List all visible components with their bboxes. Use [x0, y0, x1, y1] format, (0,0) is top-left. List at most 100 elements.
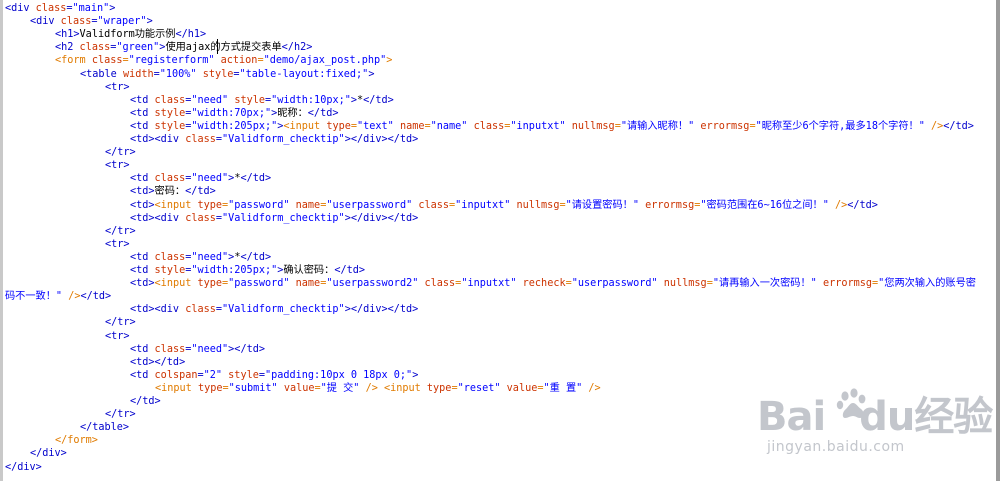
watermark-logo: Bai du经验 — [757, 384, 993, 442]
code-token: <input — [154, 278, 198, 290]
code-token: class — [154, 173, 186, 185]
code-line[interactable]: <td style="width:205px;">确认密码：</td> — [130, 264, 365, 277]
code-token: "Validform_checktip" — [222, 212, 345, 224]
code-token: value — [283, 382, 315, 394]
code-token: "请输入昵称！" — [620, 120, 695, 132]
code-token: </td> — [80, 291, 112, 303]
watermark-logo-bai: Bai — [757, 394, 826, 440]
code-token: errormsg — [645, 199, 695, 211]
code-token: "need" — [191, 251, 229, 263]
code-token: > — [386, 55, 393, 67]
code-token: ></div></td> — [344, 304, 419, 316]
code-token: > — [146, 16, 153, 28]
code-token: "main" — [72, 3, 110, 14]
code-line[interactable]: <td class="need"></td> — [130, 343, 265, 356]
code-token: style — [228, 369, 259, 381]
code-token: <form — [55, 55, 92, 67]
code-token: class — [473, 120, 505, 132]
code-token: <tr> — [105, 238, 130, 250]
code-token: </td> — [943, 120, 974, 132]
code-line[interactable]: <td style="width:70px;">昵称：</td> — [130, 107, 338, 120]
code-token: "请设置密码！" — [565, 199, 639, 211]
window-frame-right — [996, 0, 1000, 481]
code-token: "Validform_checktip" — [222, 134, 345, 145]
code-line[interactable]: </td> — [130, 395, 161, 408]
code-line[interactable]: <td colspan="2" style="padding:10px 0 18… — [130, 369, 418, 382]
code-token: "table-layout:fixed;" — [239, 68, 369, 80]
code-token: <td> — [130, 199, 155, 211]
code-line[interactable]: <tr> — [105, 159, 130, 172]
code-token: </tr> — [105, 225, 136, 237]
code-token: type — [197, 382, 223, 394]
code-token: <td — [130, 107, 155, 119]
code-token: "重 置" — [543, 382, 583, 394]
code-token: "userpassword" — [571, 278, 658, 290]
code-token: </td> — [240, 173, 272, 185]
code-token: "userpassword2" — [326, 278, 419, 290]
code-line[interactable]: 码不一致！" /></td> — [5, 290, 111, 303]
code-line[interactable]: <td>密码：</td> — [130, 185, 216, 198]
code-token: </tr> — [105, 317, 136, 329]
code-token: style — [154, 107, 186, 119]
code-line[interactable]: </table> — [80, 421, 129, 434]
code-token: </td> — [185, 186, 216, 198]
code-token: class — [154, 343, 186, 355]
code-token: ></div></td> — [344, 134, 419, 145]
code-token: 码不一致！" — [5, 291, 63, 303]
code-token: type — [197, 199, 223, 211]
watermark-logo-jingyan: 经验 — [914, 394, 993, 440]
code-token: class — [185, 134, 216, 145]
code-line[interactable]: </tr> — [105, 146, 136, 159]
code-line[interactable]: <div class="main"> — [5, 2, 115, 15]
code-token: class — [185, 212, 216, 224]
code-token: Validform功能示例 — [79, 29, 176, 41]
code-token: "wraper" — [97, 16, 147, 28]
code-line[interactable]: <td class="need">*</td> — [130, 172, 271, 185]
code-token: /> — [62, 291, 81, 303]
code-line[interactable]: <tr> — [105, 330, 130, 343]
code-line[interactable]: <h1>Validform功能示例</h1> — [55, 28, 206, 41]
code-line[interactable]: <tr> — [105, 238, 130, 251]
code-line[interactable]: <div class="wraper"> — [30, 15, 153, 28]
baidu-jingyan-watermark: Bai du经验 jingyan.baidu.com — [757, 384, 993, 464]
code-token: "green" — [116, 42, 160, 54]
code-token: <input — [154, 199, 198, 211]
code-token: ></td> — [228, 343, 265, 355]
code-line[interactable]: </tr> — [105, 225, 136, 238]
code-token: <h1> — [55, 29, 80, 41]
code-token: > — [412, 369, 419, 381]
code-token: /> — [924, 120, 944, 132]
code-line[interactable]: </div> — [30, 447, 67, 460]
code-token: "submit" — [228, 382, 278, 394]
code-line[interactable]: </tr> — [105, 316, 136, 329]
code-line[interactable]: <td><div class="Validform_checktip"></di… — [130, 133, 418, 146]
code-token: colspan — [154, 369, 198, 381]
code-line[interactable]: <td><input type="password" name="userpas… — [130, 277, 976, 290]
code-token: <td — [130, 369, 155, 381]
code-token: <tr> — [105, 330, 130, 342]
code-line[interactable]: <input type="submit" value="提 交" /> <inp… — [155, 382, 601, 395]
code-line[interactable]: </tr> — [105, 408, 136, 421]
code-token: <td — [130, 251, 155, 263]
code-token: errormsg — [822, 278, 873, 290]
code-token: class — [154, 251, 186, 263]
code-token: </td> — [130, 396, 161, 407]
code-line[interactable]: <td class="need" style="width:10px;">*</… — [130, 94, 394, 107]
code-line[interactable]: </div> — [5, 461, 42, 474]
code-line[interactable]: <h2 class="green">使用ajax的方式提交表单</h2> — [55, 41, 312, 54]
code-token: "width:70px;" — [191, 107, 272, 119]
code-line[interactable]: <td class="need">*</td> — [130, 251, 271, 264]
code-token: /> <input — [359, 382, 427, 394]
code-token: style — [202, 68, 234, 80]
code-line[interactable]: <td></td> — [130, 356, 185, 369]
code-line[interactable]: <tr> — [105, 81, 130, 94]
code-token: <div — [5, 3, 36, 14]
code-line[interactable]: </form> — [55, 434, 98, 447]
code-line[interactable]: <td style="width:205px;"><input type="te… — [130, 120, 974, 133]
code-token: "name" — [430, 120, 468, 132]
code-line[interactable]: <td><div class="Validform_checktip"></di… — [130, 303, 418, 316]
code-line[interactable]: <td><div class="Validform_checktip"></di… — [130, 212, 418, 225]
code-line[interactable]: <table width="100%" style="table-layout:… — [80, 68, 374, 81]
code-line[interactable]: <form class="registerform" action="demo/… — [55, 54, 392, 67]
code-line[interactable]: <td><input type="password" name="userpas… — [130, 199, 878, 212]
